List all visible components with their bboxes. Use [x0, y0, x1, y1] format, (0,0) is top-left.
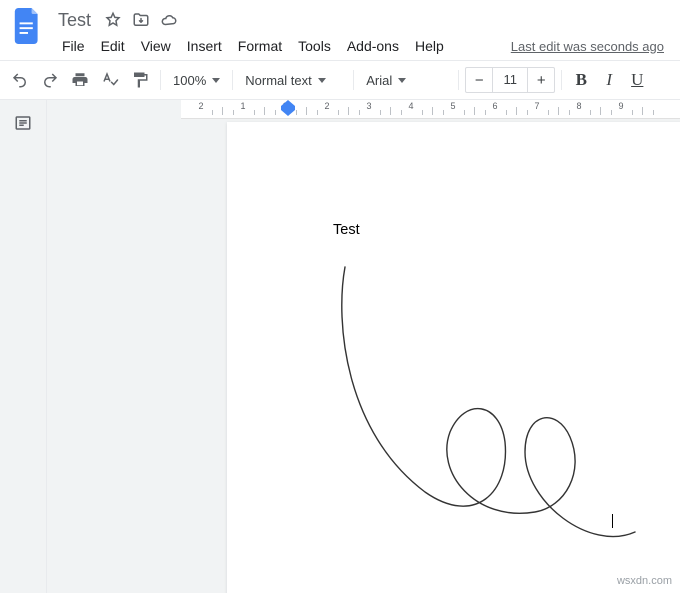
ruler-label: 7: [534, 101, 539, 111]
zoom-value: 100%: [173, 73, 206, 88]
separator: [458, 70, 459, 90]
separator: [353, 70, 354, 90]
underline-button[interactable]: U: [624, 66, 650, 94]
docs-logo[interactable]: [10, 8, 46, 44]
undo-button[interactable]: [6, 66, 34, 94]
menu-format[interactable]: Format: [230, 34, 290, 58]
paragraph-style-combo[interactable]: Normal text: [239, 67, 347, 93]
chevron-down-icon: [398, 78, 406, 83]
font-size-increase-button[interactable]: +: [527, 67, 555, 93]
star-icon[interactable]: [103, 10, 123, 30]
print-button[interactable]: [66, 66, 94, 94]
ruler-label: 6: [492, 101, 497, 111]
font-size-group: − 11 +: [465, 67, 555, 93]
menu-tools[interactable]: Tools: [290, 34, 339, 58]
paint-format-button[interactable]: [126, 66, 154, 94]
page-text: Test: [333, 222, 360, 238]
ruler-label: 2: [198, 101, 203, 111]
ruler-label: 2: [324, 101, 329, 111]
chevron-down-icon: [212, 78, 220, 83]
menu-help[interactable]: Help: [407, 34, 452, 58]
move-to-folder-icon[interactable]: [131, 10, 151, 30]
separator: [232, 70, 233, 90]
first-line-indent-marker[interactable]: [281, 100, 295, 116]
menu-edit[interactable]: Edit: [93, 34, 133, 58]
italic-button[interactable]: I: [596, 66, 622, 94]
font-size-input[interactable]: 11: [493, 67, 527, 93]
horizontal-ruler[interactable]: 21123456789: [181, 100, 680, 119]
font-family-value: Arial: [366, 73, 392, 88]
ruler-label: 3: [366, 101, 371, 111]
font-family-combo[interactable]: Arial: [360, 67, 452, 93]
zoom-combo[interactable]: 100%: [167, 67, 226, 93]
ruler-label: 8: [576, 101, 581, 111]
menu-view[interactable]: View: [133, 34, 179, 58]
separator: [160, 70, 161, 90]
ruler-label: 1: [240, 101, 245, 111]
cloud-status-icon[interactable]: [159, 10, 179, 30]
menu-file[interactable]: File: [54, 34, 93, 58]
spellcheck-button[interactable]: [96, 66, 124, 94]
separator: [561, 70, 562, 90]
font-size-decrease-button[interactable]: −: [465, 67, 493, 93]
ruler-label: 5: [450, 101, 455, 111]
ruler-label: 4: [408, 101, 413, 111]
chevron-down-icon: [318, 78, 326, 83]
menu-insert[interactable]: Insert: [179, 34, 230, 58]
outline-icon[interactable]: [14, 114, 32, 137]
last-edit-link[interactable]: Last edit was seconds ago: [511, 39, 670, 54]
drawing-scribble: [335, 262, 655, 552]
toolbar: 100% Normal text Arial − 11 + B I U: [0, 60, 680, 100]
document-page[interactable]: Test: [227, 122, 680, 593]
text-cursor: [612, 514, 613, 528]
left-sidebar: [0, 100, 47, 593]
watermark: wsxdn.com: [617, 575, 672, 587]
redo-button[interactable]: [36, 66, 64, 94]
bold-button[interactable]: B: [568, 66, 594, 94]
menu-addons[interactable]: Add-ons: [339, 34, 407, 58]
ruler-label: 9: [618, 101, 623, 111]
document-canvas[interactable]: 21123456789 Test wsxdn.com: [47, 100, 680, 593]
document-title[interactable]: Test: [54, 9, 95, 32]
paragraph-style-value: Normal text: [245, 73, 311, 88]
